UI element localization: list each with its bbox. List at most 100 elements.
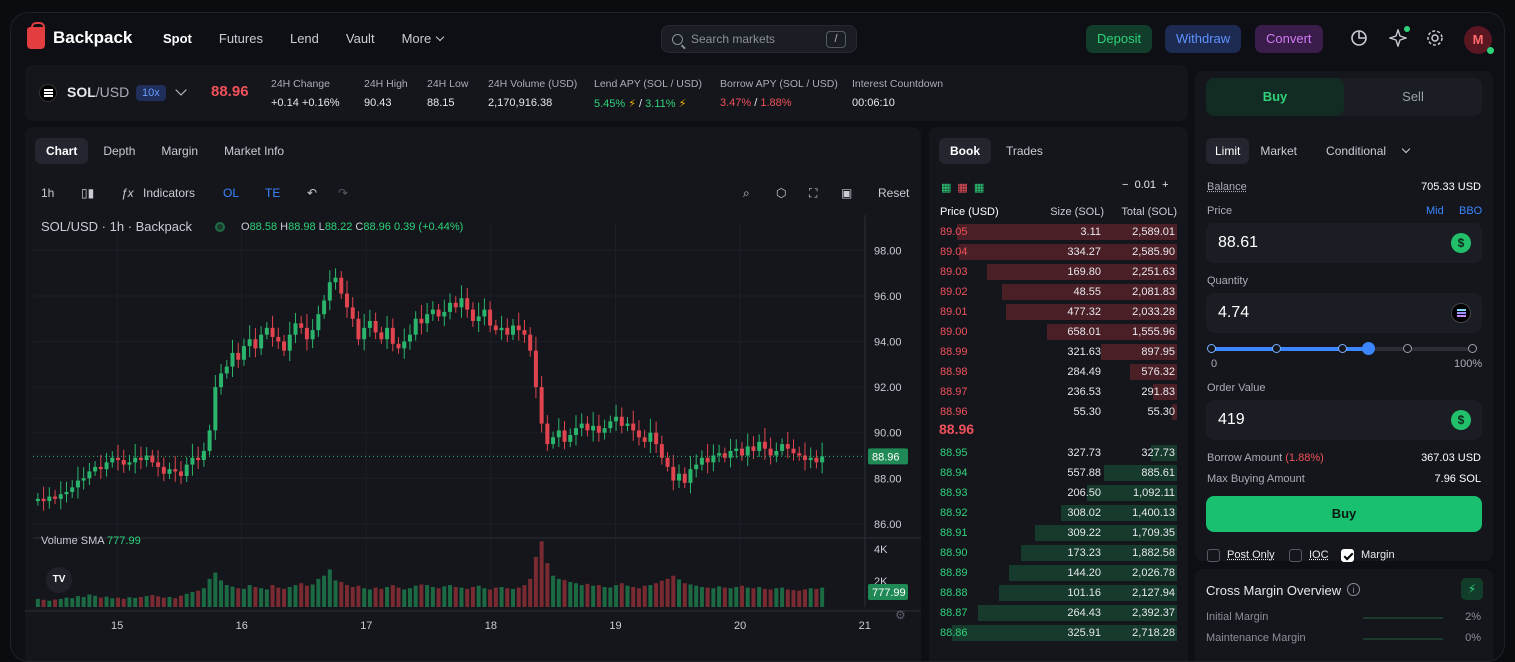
- ask-row[interactable]: 88.97 236.53 291.83: [929, 382, 1188, 402]
- volume-bar: [53, 599, 57, 607]
- post-only-checkbox[interactable]: [1207, 549, 1220, 562]
- tab-chart[interactable]: Chart: [35, 138, 88, 164]
- ol-toggle[interactable]: OL: [223, 186, 239, 200]
- nav-spot[interactable]: Spot: [163, 31, 192, 46]
- bolt-icon[interactable]: ⚡: [1461, 578, 1483, 600]
- row-size: 658.01: [1067, 326, 1101, 338]
- mid-price-button[interactable]: Mid: [1426, 205, 1444, 217]
- logo[interactable]: Backpack: [27, 27, 132, 49]
- tab-conditional[interactable]: Conditional: [1308, 138, 1418, 164]
- sell-tab[interactable]: Sell: [1344, 78, 1482, 116]
- plus-icon[interactable]: +: [1162, 179, 1168, 191]
- bid-row[interactable]: 88.88 101.16 2,127.94: [929, 583, 1188, 603]
- gear-icon[interactable]: [1426, 29, 1444, 47]
- candle: [442, 312, 446, 317]
- ask-row[interactable]: 88.99 321.63 897.95: [929, 342, 1188, 362]
- fullscreen-icon[interactable]: ⛶: [809, 186, 817, 201]
- max-buying-value: 7.96 SOL: [1435, 473, 1481, 485]
- row-total: 576.32: [1141, 366, 1175, 378]
- slider-step[interactable]: [1468, 344, 1477, 353]
- candle: [213, 387, 217, 430]
- tab-limit[interactable]: Limit: [1206, 138, 1249, 164]
- portfolio-pie-icon[interactable]: [1350, 29, 1368, 47]
- tab-market[interactable]: Market: [1251, 138, 1306, 164]
- tradingview-logo-icon[interactable]: TV: [46, 567, 72, 593]
- chevron-down-icon[interactable]: [175, 84, 186, 95]
- tab-depth[interactable]: Depth: [92, 138, 146, 164]
- tab-trades[interactable]: Trades: [995, 138, 1054, 164]
- candle-type-icon[interactable]: ▯▮: [81, 186, 94, 200]
- sparkle-icon[interactable]: [1389, 29, 1407, 47]
- camera-icon[interactable]: ▣: [841, 186, 852, 200]
- bid-row[interactable]: 88.86 325.91 2,718.28: [929, 623, 1188, 643]
- ask-row[interactable]: 88.98 284.49 576.32: [929, 362, 1188, 382]
- submit-buy-button[interactable]: Buy: [1206, 496, 1482, 532]
- ask-row[interactable]: 88.96 55.30 55.30: [929, 402, 1188, 422]
- info-icon[interactable]: i: [1347, 583, 1360, 596]
- row-price: 88.99: [940, 346, 968, 358]
- redo-icon[interactable]: ↷: [338, 186, 348, 200]
- bid-row[interactable]: 88.93 206.50 1,092.11: [929, 483, 1188, 503]
- slider-step[interactable]: [1272, 344, 1281, 353]
- chart-settings-gear-icon[interactable]: ⚙: [895, 608, 906, 622]
- view-bids-icon[interactable]: ▦: [974, 182, 990, 194]
- interval-selector[interactable]: 1h: [41, 186, 54, 200]
- price-input[interactable]: 88.61 $: [1206, 223, 1482, 263]
- candle: [734, 449, 738, 451]
- view-asks-icon[interactable]: ▦: [957, 182, 973, 194]
- col-header-price: Price (USD): [940, 206, 999, 218]
- row-price: 88.90: [940, 547, 968, 559]
- ask-row[interactable]: 89.02 48.55 2,081.83: [929, 282, 1188, 302]
- withdraw-button[interactable]: Withdraw: [1165, 25, 1241, 53]
- undo-icon[interactable]: ↶: [307, 186, 317, 200]
- quantity-slider[interactable]: [1211, 347, 1473, 351]
- slider-step[interactable]: [1207, 344, 1216, 353]
- quantity-input[interactable]: 4.74: [1206, 293, 1482, 333]
- tick-size-stepper[interactable]: − 0.01 +: [1122, 179, 1169, 191]
- convert-button[interactable]: Convert: [1255, 25, 1323, 53]
- bid-row[interactable]: 88.87 264.43 2,392.37: [929, 603, 1188, 623]
- bid-row[interactable]: 88.94 557.88 885.61: [929, 463, 1188, 483]
- borrow-label-text: Borrow Amount: [1207, 452, 1282, 464]
- reset-button[interactable]: Reset: [878, 186, 909, 200]
- te-toggle[interactable]: TE: [265, 186, 280, 200]
- tab-book[interactable]: Book: [939, 138, 991, 164]
- bid-row[interactable]: 88.95 327.73 327.73: [929, 443, 1188, 463]
- tab-market-info[interactable]: Market Info: [213, 138, 295, 164]
- minus-icon[interactable]: −: [1122, 179, 1128, 191]
- row-total: 2,026.78: [1132, 567, 1175, 579]
- order-value-input[interactable]: 419 $: [1206, 400, 1482, 440]
- slider-step[interactable]: [1338, 344, 1347, 353]
- main-nav: Spot Futures Lend Vault More: [163, 31, 470, 46]
- bid-row[interactable]: 88.91 309.22 1,709.35: [929, 523, 1188, 543]
- ask-row[interactable]: 89.03 169.80 2,251.63: [929, 262, 1188, 282]
- margin-checkbox[interactable]: [1341, 549, 1354, 562]
- nav-lend[interactable]: Lend: [290, 31, 319, 46]
- ask-row[interactable]: 89.04 334.27 2,585.90: [929, 242, 1188, 262]
- price-chart[interactable]: 98.00 96.00 94.00 92.00 90.00 88.00 86.00 15 16 1…: [25, 215, 921, 662]
- buy-tab[interactable]: Buy: [1206, 78, 1344, 116]
- nav-futures[interactable]: Futures: [219, 31, 263, 46]
- bbo-button[interactable]: BBO: [1459, 205, 1482, 217]
- deposit-button[interactable]: Deposit: [1086, 25, 1152, 53]
- bid-row[interactable]: 88.89 144.20 2,026.78: [929, 563, 1188, 583]
- nav-more[interactable]: More: [402, 31, 444, 46]
- nav-vault[interactable]: Vault: [346, 31, 375, 46]
- market-pair-selector[interactable]: SOL/USD: [67, 84, 129, 100]
- slider-handle[interactable]: [1362, 342, 1375, 355]
- ioc-checkbox[interactable]: [1289, 549, 1302, 562]
- settings-hex-icon[interactable]: ⬡: [776, 186, 786, 200]
- ask-row[interactable]: 89.01 477.32 2,033.28: [929, 302, 1188, 322]
- price-tick-label: 94.00: [874, 337, 902, 349]
- slider-step[interactable]: [1403, 344, 1412, 353]
- candle: [448, 303, 452, 312]
- indicators-button[interactable]: Indicators: [143, 186, 195, 200]
- zoom-icon[interactable]: ⌕: [743, 186, 750, 201]
- bid-row[interactable]: 88.90 173.23 1,882.58: [929, 543, 1188, 563]
- ask-row[interactable]: 89.05 3.11 2,589.01: [929, 222, 1188, 242]
- ask-row[interactable]: 89.00 658.01 1,555.96: [929, 322, 1188, 342]
- bid-row[interactable]: 88.92 308.02 1,400.13: [929, 503, 1188, 523]
- search-input[interactable]: Search markets /: [661, 25, 857, 53]
- view-both-icon[interactable]: ▦: [941, 182, 957, 194]
- tab-margin[interactable]: Margin: [150, 138, 209, 164]
